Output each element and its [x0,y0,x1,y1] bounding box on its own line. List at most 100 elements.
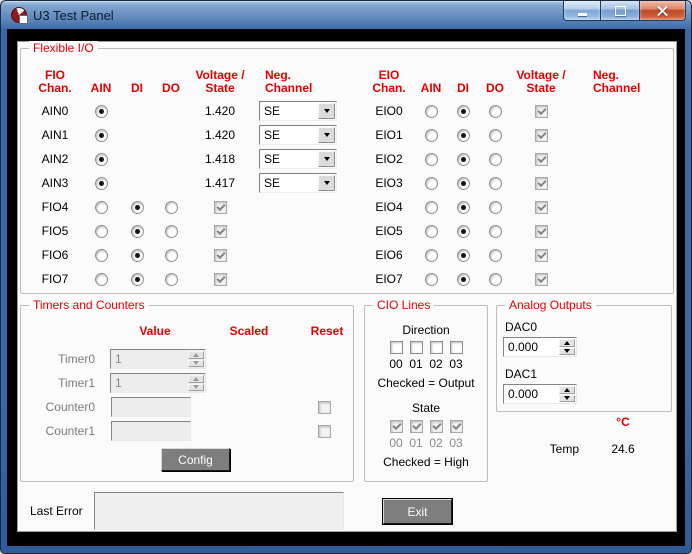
eio3-ain-radio[interactable] [425,177,438,190]
fio6-di-radio[interactable] [131,249,144,262]
ain1-label: AIN1 [27,123,83,147]
eio5-di-radio[interactable] [457,225,470,238]
cio-lines-group: CIO Lines Direction 00010203 Checked = O… [364,305,488,482]
eio2-state-checkbox [535,153,548,166]
client-frame: Flexible I/O FIO Chan.AINDIDOVoltage / S… [7,29,685,546]
dac0-value[interactable]: 0.000 [504,338,558,356]
cio-lines-title: CIO Lines [373,298,434,312]
eio6-di-radio[interactable] [457,249,470,262]
cio-state-02-label: 02 [429,436,443,450]
eio3-do-radio[interactable] [489,177,502,190]
cio-direction-channel-labels: 00010203 [365,357,487,371]
eio5-ain-radio[interactable] [425,225,438,238]
app-icon [11,7,27,23]
eio0-ain-radio[interactable] [425,105,438,118]
fio7-label: FIO7 [27,267,83,291]
cio-state-00-label: 00 [389,436,403,450]
eio0-do-radio[interactable] [489,105,502,118]
cio-state-01-label: 01 [409,436,423,450]
fio6-label: FIO6 [27,243,83,267]
cio-direction-01-checkbox[interactable] [410,341,423,354]
fio7-do-radio[interactable] [165,273,178,286]
eio1-do-radio[interactable] [489,129,502,142]
ain1-voltage: 1.420 [187,123,253,147]
chevron-down-icon[interactable] [318,151,335,167]
eio3-di-radio[interactable] [457,177,470,190]
eio1-state-checkbox [535,129,548,142]
eio6-do-radio[interactable] [489,249,502,262]
eio5-do-radio[interactable] [489,225,502,238]
fio5-ain-radio[interactable] [95,225,108,238]
ain2-ain-radio[interactable] [95,153,108,166]
chevron-down-icon[interactable] [318,127,335,143]
eio1-ain-radio[interactable] [425,129,438,142]
ain2-neg-channel-select[interactable]: SE [259,149,337,169]
right-header-0: EIO Chan. [363,65,415,99]
fio5-do-radio[interactable] [165,225,178,238]
ain3-ain-radio[interactable] [95,177,108,190]
temperature-unit: °C [598,415,648,429]
u3-test-panel-window: U3 Test Panel Flexible I/O FIO Chan.AIND… [0,0,692,554]
timer0-label: Timer0 [21,352,95,366]
fio4-do-radio[interactable] [165,201,178,214]
fio4-di-radio[interactable] [131,201,144,214]
eio0-di-radio[interactable] [457,105,470,118]
ain3-voltage: 1.417 [187,171,253,195]
cio-direction-03-checkbox[interactable] [450,341,463,354]
title-bar[interactable]: U3 Test Panel [1,1,691,29]
temperature-value: 24.6 [598,442,648,456]
ain3-neg-channel-value: SE [260,176,318,190]
ain2-voltage: 1.418 [187,147,253,171]
fio6-state-checkbox [214,249,227,262]
ain0-ain-radio[interactable] [95,105,108,118]
cio-direction-02-checkbox[interactable] [430,341,443,354]
eio1-di-radio[interactable] [457,129,470,142]
chevron-down-icon[interactable] [318,103,335,119]
fio5-state-checkbox [214,225,227,238]
caption-buttons [563,1,686,21]
ain0-voltage: 1.420 [187,99,253,123]
right-header-4: Voltage / State [511,65,571,99]
fio6-ain-radio[interactable] [95,249,108,262]
dac1-spinner[interactable]: 0.000 [503,384,577,404]
dac0-spinner[interactable]: 0.000 [503,337,577,357]
dac0-up-button[interactable] [559,339,575,347]
eio2-di-radio[interactable] [457,153,470,166]
fio4-ain-radio[interactable] [95,201,108,214]
close-button[interactable] [639,1,686,21]
eio6-ain-radio[interactable] [425,249,438,262]
ain1-neg-channel-select[interactable]: SE [259,125,337,145]
ain3-neg-channel-select[interactable]: SE [259,173,337,193]
last-error-label: Last Error [30,504,83,518]
ain1-ain-radio[interactable] [95,129,108,142]
cio-state-02-checkbox [430,420,443,433]
dac1-down-button[interactable] [559,395,575,403]
eio7-di-radio[interactable] [457,273,470,286]
eio4-ain-radio[interactable] [425,201,438,214]
dac0-down-button[interactable] [559,348,575,356]
eio4-do-radio[interactable] [489,201,502,214]
eio2-ain-radio[interactable] [425,153,438,166]
fio7-ain-radio[interactable] [95,273,108,286]
eio2-do-radio[interactable] [489,153,502,166]
exit-button[interactable]: Exit [383,499,452,524]
minimize-button[interactable] [563,1,601,21]
direction-label: Direction [365,323,487,337]
config-button[interactable]: Config [161,448,230,471]
eio4-di-radio[interactable] [457,201,470,214]
maximize-button[interactable] [601,1,639,21]
fio5-di-radio[interactable] [131,225,144,238]
ain0-neg-channel-select[interactable]: SE [259,101,337,121]
eio7-ain-radio[interactable] [425,273,438,286]
dac1-value[interactable]: 0.000 [504,385,558,403]
left-header-5: Neg. Channel [253,65,337,99]
cio-direction-00-checkbox[interactable] [390,341,403,354]
dac1-up-button[interactable] [559,386,575,394]
chevron-down-icon[interactable] [318,175,335,191]
fio7-di-radio[interactable] [131,273,144,286]
scaled-header: Scaled [209,324,289,338]
fio6-do-radio[interactable] [165,249,178,262]
eio7-do-radio[interactable] [489,273,502,286]
left-header-4: Voltage / State [187,65,253,99]
timer0-up-button [188,351,204,359]
